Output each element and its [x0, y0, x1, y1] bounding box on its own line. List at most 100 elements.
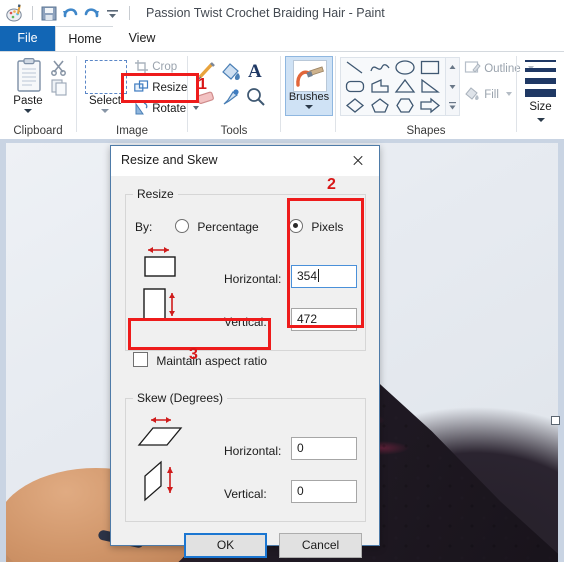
crop-icon	[134, 59, 149, 73]
vertical-skew-glyph-icon	[139, 460, 189, 507]
fill-dropdown-caret-icon[interactable]	[506, 92, 513, 96]
skew-horizontal-label: Horizontal:	[224, 444, 282, 458]
fill-label: Fill	[484, 89, 499, 101]
skew-horizontal-input[interactable]: 0	[291, 437, 357, 460]
shape-line-icon[interactable]	[343, 59, 367, 76]
skew-vertical-input[interactable]: 0	[291, 480, 357, 503]
horizontal-resize-glyph-icon	[136, 244, 184, 281]
close-icon[interactable]	[336, 146, 379, 176]
shape-rectangle-icon[interactable]	[418, 59, 442, 76]
fill-button[interactable]: Fill	[464, 84, 513, 106]
maintain-aspect-ratio-checkbox[interactable]: Maintain aspect ratio	[133, 352, 277, 368]
qat-divider-1	[32, 6, 33, 20]
fill-icon	[464, 85, 481, 101]
select-dropdown-caret-icon[interactable]	[101, 109, 109, 113]
annotation-box-1	[121, 73, 199, 103]
ok-button[interactable]: OK	[184, 533, 267, 558]
shape-rounded-rectangle-icon[interactable]	[343, 78, 367, 95]
window-title: Passion Twist Crochet Braiding Hair - Pa…	[146, 6, 385, 20]
undo-icon[interactable]	[60, 3, 81, 23]
skew-legend: Skew (Degrees)	[133, 391, 228, 405]
tab-view[interactable]: View	[113, 26, 171, 51]
by-label: By:	[135, 220, 153, 234]
percentage-radio-indicator	[175, 219, 189, 233]
save-icon[interactable]	[39, 3, 60, 23]
size-line-1-icon[interactable]	[525, 60, 556, 62]
text-icon[interactable]: A	[245, 59, 267, 82]
shape-right-triangle-icon[interactable]	[418, 78, 442, 95]
qat-divider-2	[129, 6, 130, 20]
skew-horizontal-value: 0	[297, 441, 304, 455]
ribbon-group-clipboard: Paste Clipboard	[0, 52, 76, 139]
magnifier-icon[interactable]	[245, 86, 267, 108]
size-label: Size	[529, 101, 552, 113]
title-bar: Passion Twist Crochet Braiding Hair - Pa…	[0, 0, 564, 26]
shape-right-arrow-icon[interactable]	[418, 97, 442, 114]
group-label-tools: Tools	[220, 125, 248, 137]
group-label-shapes: Shapes	[406, 125, 446, 137]
annotation-number-1: 1	[198, 76, 207, 93]
shape-polygon-icon[interactable]	[368, 78, 392, 95]
ribbon: Paste Clipboard Select Crop Resize Rotat…	[0, 51, 564, 140]
color-picker-icon[interactable]	[220, 86, 242, 108]
maintain-aspect-ratio-box	[133, 352, 148, 367]
shapes-scrollbar[interactable]	[445, 57, 460, 116]
customize-quick-access-icon[interactable]	[102, 3, 123, 23]
paint-app-icon[interactable]	[6, 4, 26, 22]
ribbon-group-tools: A Tools	[188, 52, 280, 139]
brushes-label: Brushes	[288, 91, 330, 103]
resize-legend: Resize	[133, 187, 178, 201]
rotate-icon	[134, 101, 149, 115]
shape-triangle-icon[interactable]	[393, 78, 417, 95]
skew-vertical-label: Vertical:	[224, 487, 267, 501]
shape-diamond-icon[interactable]	[343, 97, 367, 114]
group-label-image: Image	[116, 125, 148, 137]
fill-with-color-icon[interactable]	[220, 60, 242, 82]
percentage-label: Percentage	[197, 220, 259, 234]
outline-icon	[464, 59, 481, 75]
paste-label[interactable]: Paste	[4, 95, 52, 107]
ribbon-group-size: Size	[517, 52, 564, 139]
crop-label: Crop	[152, 61, 178, 73]
brushes-button[interactable]: Brushes	[285, 56, 333, 116]
shapes-scroll-down-icon[interactable]	[446, 77, 459, 96]
ribbon-tabstrip: File Home View	[0, 26, 564, 52]
ribbon-group-brushes: Brushes	[281, 52, 335, 139]
resize-horizontal-label: Horizontal:	[224, 272, 282, 286]
shapes-expand-icon[interactable]	[446, 96, 459, 115]
annotation-box-3	[128, 318, 271, 350]
size-line-2-icon[interactable]	[525, 68, 556, 72]
percentage-radio[interactable]: Percentage	[175, 219, 259, 234]
shape-hexagon-icon[interactable]	[393, 97, 417, 114]
brushes-dropdown-caret-icon[interactable]	[305, 105, 313, 109]
redo-icon[interactable]	[81, 3, 102, 23]
tab-file[interactable]: File	[0, 26, 55, 51]
shapes-scroll-up-icon[interactable]	[446, 58, 459, 77]
svg-text:A: A	[248, 61, 262, 81]
tab-home[interactable]: Home	[55, 26, 115, 52]
paste-dropdown-caret-icon[interactable]	[24, 109, 32, 113]
ribbon-group-shapes: Outline Fill Shapes	[336, 52, 534, 139]
scissors-icon[interactable]	[50, 58, 68, 76]
annotation-number-3: 3	[189, 346, 198, 363]
shape-oval-icon[interactable]	[393, 59, 417, 76]
shapes-gallery[interactable]	[340, 57, 446, 116]
maintain-aspect-ratio-label: Maintain aspect ratio	[156, 354, 268, 368]
skew-vertical-value: 0	[297, 484, 304, 498]
size-line-3-icon[interactable]	[525, 78, 556, 84]
rotate-label: Rotate	[152, 103, 187, 115]
shape-curve-icon[interactable]	[368, 59, 392, 76]
group-label-clipboard: Clipboard	[13, 125, 63, 137]
size-line-4-icon[interactable]	[525, 89, 556, 97]
size-dropdown-caret-icon[interactable]	[537, 118, 545, 122]
shape-pentagon-icon[interactable]	[368, 97, 392, 114]
cancel-button[interactable]: Cancel	[279, 533, 362, 558]
canvas-resize-handle[interactable]	[551, 416, 560, 425]
annotation-number-2: 2	[327, 176, 336, 193]
annotation-box-2	[287, 198, 364, 328]
dialog-title-bar[interactable]: Resize and Skew	[111, 146, 379, 176]
paste-icon[interactable]	[14, 58, 44, 94]
copy-icon[interactable]	[50, 78, 68, 96]
dialog-title: Resize and Skew	[121, 153, 218, 167]
horizontal-skew-glyph-icon	[137, 414, 187, 457]
